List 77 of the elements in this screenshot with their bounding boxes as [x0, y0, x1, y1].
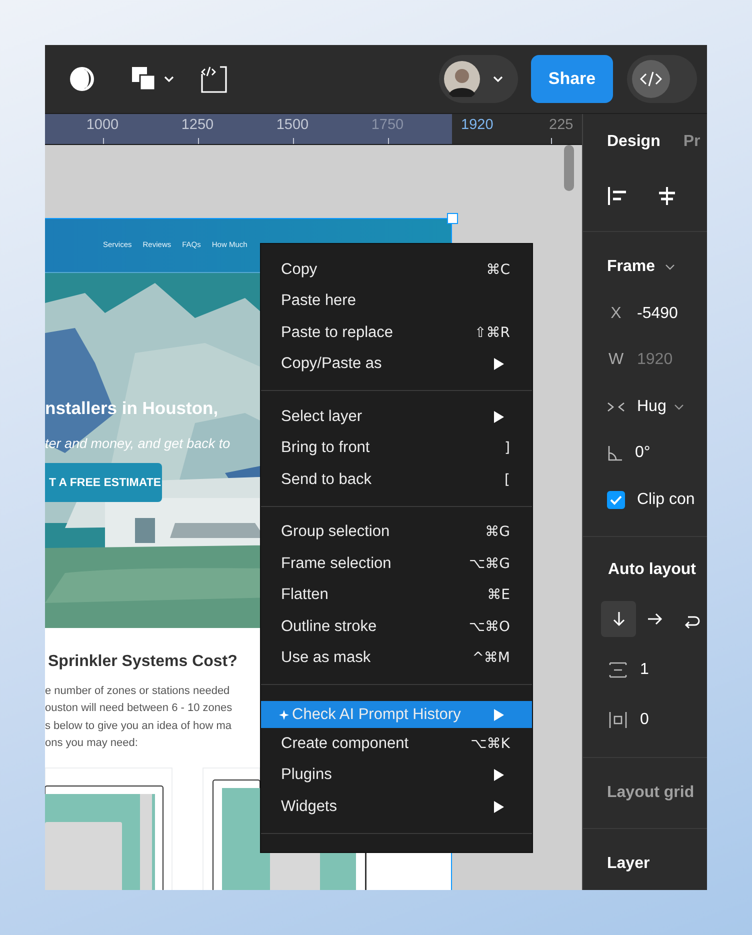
- code-frame-icon[interactable]: [199, 64, 229, 94]
- ruler-label: 1500: [245, 114, 340, 144]
- menu-item[interactable]: Group selection ⌘G: [261, 516, 532, 548]
- hero-headline: nstallers in Houston,: [45, 398, 218, 420]
- hero-subheadline: ter and money, and get back to: [45, 436, 230, 451]
- scrollbar[interactable]: [564, 145, 574, 191]
- align-center-icon[interactable]: [656, 185, 678, 207]
- sparkle-icon: [279, 710, 289, 720]
- menu-item[interactable]: Plugins: [261, 760, 532, 791]
- avatar: [444, 61, 480, 97]
- menu-item[interactable]: Create component ⌥⌘K: [261, 728, 532, 760]
- keyboard-shortcut: ⌘C: [486, 262, 510, 278]
- ruler-label: 225: [549, 114, 575, 144]
- checkbox-label: Clip con: [637, 490, 695, 509]
- section-heading: Sprinkler Systems Cost?: [47, 653, 238, 671]
- menu-item[interactable]: Paste here: [261, 286, 532, 317]
- keyboard-shortcut: ⇧⌘R: [474, 324, 510, 341]
- padding-icon: [608, 711, 628, 729]
- panel-tab[interactable]: Design: [607, 133, 660, 151]
- keyboard-shortcut: ]: [504, 440, 510, 456]
- section-title[interactable]: Layout grid: [607, 784, 694, 802]
- theme-icon[interactable]: [69, 66, 95, 92]
- menu-item[interactable]: Select layer: [261, 401, 532, 432]
- keyboard-shortcut: ⌥⌘G: [469, 556, 510, 572]
- menu-item[interactable]: Copy/Paste as: [261, 348, 532, 380]
- ruler-label: 1250: [150, 114, 245, 144]
- keyboard-shortcut: [: [504, 472, 510, 488]
- menu-item[interactable]: Frame selection ⌥⌘G: [261, 548, 532, 580]
- align-left-icon[interactable]: [607, 185, 629, 207]
- panel-tab[interactable]: Pr: [683, 133, 700, 151]
- ruler-label: 1920: [461, 114, 549, 144]
- menu-item[interactable]: Flatten ⌘E: [261, 580, 532, 611]
- section-title: Frame: [607, 258, 656, 276]
- menu-item[interactable]: Use as mask ^⌘M: [261, 642, 532, 674]
- angle-icon: [607, 445, 623, 462]
- field-label: W: [607, 351, 625, 370]
- chevron-icon[interactable]: [674, 404, 684, 410]
- paragraph-line: ouston will need between 6 - 10 zones: [45, 701, 232, 716]
- direction-button[interactable]: [601, 601, 636, 637]
- section-title: Auto layout: [607, 560, 697, 580]
- selection-handle[interactable]: [447, 213, 458, 224]
- menu-item[interactable]: Send to back [: [261, 464, 532, 496]
- field-value[interactable]: Hug: [637, 398, 666, 416]
- menu-item[interactable]: Copy ⌘C: [261, 254, 532, 286]
- avatar-menu[interactable]: [439, 55, 518, 103]
- menu-item[interactable]: Outline stroke ⌥⌘O: [261, 611, 532, 642]
- keyboard-shortcut: ⌥⌘K: [470, 736, 510, 752]
- ruler-label: 1750: [340, 114, 435, 144]
- field-value[interactable]: 0: [640, 711, 649, 729]
- menu-item[interactable]: Bring to front ]: [261, 432, 532, 464]
- share-button[interactable]: Share: [531, 55, 613, 103]
- estimate-button[interactable]: T A FREE ESTIMATE: [45, 463, 162, 502]
- checkbox[interactable]: [607, 490, 625, 509]
- paragraph-line: s below to give you an idea of how ma: [45, 718, 232, 734]
- field-value[interactable]: 0°: [635, 444, 650, 462]
- field-value[interactable]: -5490: [637, 304, 678, 323]
- keyboard-shortcut: ⌥⌘O: [468, 618, 510, 635]
- menu-item[interactable]: Widgets: [261, 791, 532, 822]
- paragraph-line: ons you may need:: [45, 736, 138, 751]
- shapes-tool-button[interactable]: [131, 66, 175, 92]
- code-icon: [640, 71, 662, 87]
- chevron-icon: [492, 75, 504, 83]
- section-title[interactable]: Layer: [607, 855, 650, 873]
- spacing-icon: [608, 662, 628, 678]
- dev-mode-toggle[interactable]: [627, 55, 697, 103]
- keyboard-shortcut: ⌘E: [487, 587, 510, 604]
- chevron-icon: [163, 75, 175, 83]
- keyboard-shortcut: ⌘G: [485, 524, 510, 540]
- chevron-icon[interactable]: [665, 264, 676, 270]
- ruler-label: 1000: [55, 114, 150, 144]
- menu-item[interactable]: Paste to replace ⇧⌘R: [261, 317, 532, 348]
- field-label: X: [610, 304, 622, 323]
- keyboard-shortcut: ^⌘M: [472, 650, 510, 666]
- paragraph-line: e number of zones or stations needed: [45, 684, 230, 699]
- shapes-icon: [131, 66, 157, 92]
- field-value[interactable]: 1: [640, 661, 649, 679]
- hug-icon: [607, 400, 625, 413]
